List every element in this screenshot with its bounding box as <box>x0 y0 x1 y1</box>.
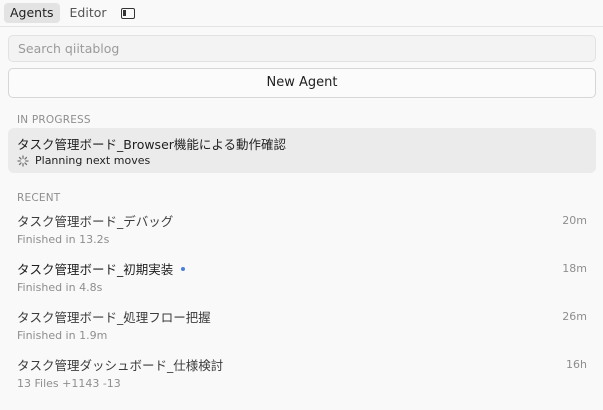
list-item-title: タスク管理ボード_初期実装 <box>17 259 186 278</box>
list-item[interactable]: タスク管理ボード_初期実装 Finished in 4.8s 18m <box>8 257 596 301</box>
tab-editor[interactable]: Editor <box>64 3 113 23</box>
list-item-subtitle: Finished in 1.9m <box>17 329 108 342</box>
list-item[interactable]: タスク管理ボード_デバッグ Finished in 13.2s 20m <box>8 209 596 253</box>
search-input[interactable]: Search qiitablog <box>8 35 596 62</box>
list-item[interactable]: タスク管理ボード_処理フロー把握 Finished in 1.9m 26m <box>8 305 596 349</box>
list-item[interactable]: タスク管理ダッシュボード_仕様検討 13 Files +1143 -13 16h <box>8 353 596 397</box>
list-item-time: 26m <box>562 310 587 323</box>
status-text: Planning next moves <box>35 154 151 167</box>
list-item-title: タスク管理ボード_デバッグ <box>17 214 174 229</box>
list-item-title: タスク管理ダッシュボード_仕様検討 <box>17 358 224 373</box>
list-item-subtitle: 13 Files +1143 -13 <box>17 377 121 390</box>
list-item-time: 20m <box>562 214 587 227</box>
sidebar-toggle-icon[interactable] <box>120 7 135 19</box>
list-item-time: 18m <box>562 262 587 275</box>
in-progress-title: タスク管理ボード_Browser機能による動作確認 <box>17 137 287 152</box>
list-item-subtitle: Finished in 4.8s <box>17 281 103 294</box>
new-agent-button[interactable]: New Agent <box>8 68 596 98</box>
in-progress-item[interactable]: タスク管理ボード_Browser機能による動作確認 Planning next … <box>8 128 596 173</box>
spinner-icon <box>17 154 29 167</box>
list-item-time: 16h <box>566 358 587 371</box>
recent-label: RECENT <box>17 192 61 204</box>
in-progress-status: Planning next moves <box>17 154 150 167</box>
unread-dot-icon <box>181 266 186 271</box>
list-item-title: タスク管理ボード_処理フロー把握 <box>17 310 211 325</box>
list-item-subtitle: Finished in 13.2s <box>17 233 110 246</box>
top-bar: Agents Editor <box>0 0 603 27</box>
in-progress-label: IN PROGRESS <box>17 114 91 126</box>
tab-agents[interactable]: Agents <box>4 3 60 23</box>
